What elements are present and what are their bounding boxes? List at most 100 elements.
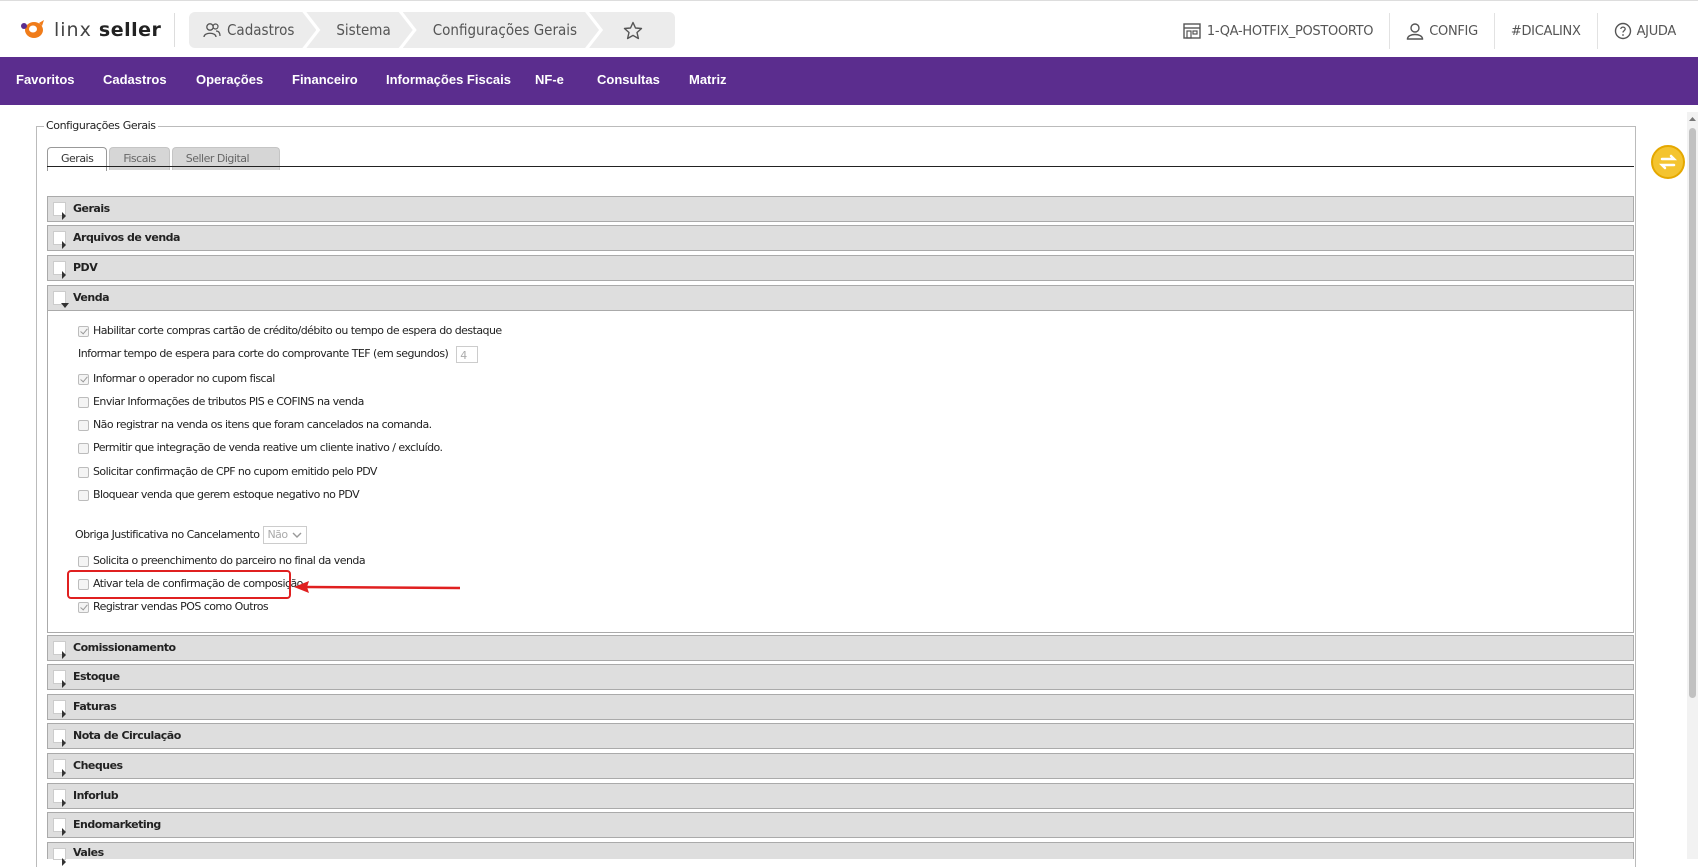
section-label: Estoque (73, 670, 120, 683)
section-vales[interactable]: Vales (47, 842, 1634, 866)
expand-arrow-icon (62, 241, 66, 249)
expand-arrow-icon (62, 739, 66, 747)
expand-box (53, 231, 66, 249)
expand-arrow-icon (62, 710, 66, 718)
store-selector[interactable]: 1-QA-HOTFIX_POSTOORTO (1166, 13, 1389, 49)
option-label: Habilitar corte compras cartão de crédit… (93, 324, 502, 337)
option-habilitar-corte[interactable]: Habilitar corte compras cartão de crédit… (78, 324, 502, 338)
checkbox[interactable] (78, 325, 89, 337)
option-label: Não registrar na venda os itens que fora… (93, 418, 432, 431)
section-comissionamento[interactable]: Comissionamento (47, 635, 1634, 661)
option-bloquear-estoque-negativo[interactable]: Bloquear venda que gerem estoque negativ… (78, 488, 360, 502)
section-venda[interactable]: Venda (47, 285, 1634, 311)
logo-text-light: linx (54, 19, 99, 41)
expand-arrow-icon (62, 680, 66, 688)
section-label: PDV (73, 261, 98, 274)
option-tempo-espera-tef: Informar tempo de espera para corte do c… (78, 344, 479, 364)
sync-icon (1658, 154, 1678, 170)
breadcrumb-sistema[interactable]: Sistema (306, 12, 412, 48)
section-gerais[interactable]: Gerais (47, 196, 1634, 222)
option-enviar-pis-cofins[interactable]: Enviar Informações de tributos PIS e COF… (78, 395, 364, 409)
breadcrumb-configuracoes[interactable]: Configurações Gerais (403, 12, 599, 48)
dicalinx-label: #DICALINX (1510, 23, 1581, 39)
menu-financeiro[interactable]: Financeiro (292, 57, 358, 105)
checkbox[interactable] (78, 466, 89, 478)
option-preenchimento-parceiro[interactable]: Solicita o preenchimento do parceiro no … (78, 554, 366, 568)
expand-box (53, 700, 66, 718)
config-button[interactable]: CONFIG (1389, 13, 1494, 49)
checkbox[interactable] (78, 419, 89, 431)
menu-cadastros[interactable]: Cadastros (103, 57, 167, 105)
help-button[interactable]: AJUDA (1596, 13, 1698, 49)
option-nao-registrar-cancelados[interactable]: Não registrar na venda os itens que fora… (78, 418, 432, 432)
breadcrumb-label: Cadastros (227, 21, 295, 39)
linx-seller-logo[interactable]: linx seller (20, 15, 161, 45)
header-divider (174, 13, 175, 47)
section-nota-de-circulacao[interactable]: Nota de Circulação (47, 723, 1634, 749)
option-label: Bloquear venda que gerem estoque negativ… (93, 488, 360, 501)
option-confirmacao-cpf[interactable]: Solicitar confirmação de CPF no cupom em… (78, 465, 377, 479)
option-label: Informar tempo de espera para corte do c… (78, 347, 449, 360)
tef-seconds-input[interactable]: 4 (456, 345, 479, 363)
section-label: Nota de Circulação (73, 729, 181, 742)
collapse-arrow-icon (61, 303, 69, 308)
expand-arrow-icon (62, 799, 66, 807)
favorite-button[interactable] (589, 12, 676, 48)
menu-nfe[interactable]: NF-e (535, 57, 564, 105)
config-label: CONFIG (1429, 23, 1478, 39)
scroll-up-icon[interactable] (1687, 114, 1698, 124)
section-label: Faturas (73, 700, 117, 713)
expand-box (53, 848, 66, 866)
menu-operacoes[interactable]: Operações (196, 57, 263, 105)
user-icon (1407, 23, 1424, 40)
breadcrumb-cadastros[interactable]: Cadastros (189, 12, 316, 48)
scrollbar-thumb[interactable] (1689, 128, 1696, 698)
justificativa-select[interactable]: Não (262, 526, 307, 544)
expand-arrow-icon (62, 828, 66, 836)
expand-box (53, 202, 66, 220)
expand-box (53, 729, 66, 747)
breadcrumb-label: Configurações Gerais (432, 21, 578, 39)
checkbox[interactable] (78, 555, 89, 567)
section-inforlub[interactable]: Inforlub (47, 783, 1634, 809)
breadcrumb: Cadastros Sistema Configurações Gerais (189, 12, 676, 48)
menu-matriz[interactable]: Matriz (689, 57, 727, 105)
expand-box (53, 789, 66, 807)
section-label: Vales (73, 846, 104, 859)
dicalinx-link[interactable]: #DICALINX (1493, 13, 1597, 49)
section-estoque[interactable]: Estoque (47, 664, 1634, 690)
menu-consultas[interactable]: Consultas (597, 57, 660, 105)
select-value: Não (267, 528, 289, 541)
menu-informacoes-fiscais[interactable]: Informações Fiscais (386, 57, 511, 105)
main-menu: Favoritos Cadastros Operações Financeiro… (0, 57, 1698, 105)
option-label: Registrar vendas POS como Outros (93, 600, 269, 613)
expand-box (53, 641, 66, 659)
checkbox[interactable] (78, 373, 89, 385)
checkbox[interactable] (78, 489, 89, 501)
page-scrollbar[interactable] (1687, 112, 1698, 859)
tab-gerais[interactable]: Gerais (47, 147, 108, 171)
option-label: Permitir que integração de venda reative… (93, 441, 443, 454)
floating-sync-button[interactable] (1651, 145, 1685, 179)
checkbox[interactable] (78, 442, 89, 454)
expand-box (53, 818, 66, 836)
section-label: Comissionamento (73, 641, 176, 654)
section-pdv[interactable]: PDV (47, 255, 1634, 281)
section-faturas[interactable]: Faturas (47, 694, 1634, 720)
option-registrar-pos-outros[interactable]: Registrar vendas POS como Outros (78, 600, 269, 614)
option-label: Obriga Justificativa no Cancelamento (75, 528, 260, 541)
menu-favoritos[interactable]: Favoritos (16, 57, 75, 105)
section-cheques[interactable]: Cheques (47, 753, 1634, 779)
users-icon (203, 22, 221, 38)
option-informar-operador[interactable]: Informar o operador no cupom fiscal (78, 372, 275, 386)
tab-bar: Gerais Fiscais Seller Digital (47, 147, 282, 171)
section-arquivos-de-venda[interactable]: Arquivos de venda (47, 225, 1634, 251)
checkbox[interactable] (78, 396, 89, 408)
section-label: Endomarketing (73, 818, 161, 831)
option-reativar-cliente[interactable]: Permitir que integração de venda reative… (78, 441, 443, 455)
expand-box (53, 759, 66, 777)
section-endomarketing[interactable]: Endomarketing (47, 812, 1634, 838)
section-label: Venda (73, 291, 110, 304)
checkbox[interactable] (78, 601, 89, 613)
expand-box (53, 670, 66, 688)
